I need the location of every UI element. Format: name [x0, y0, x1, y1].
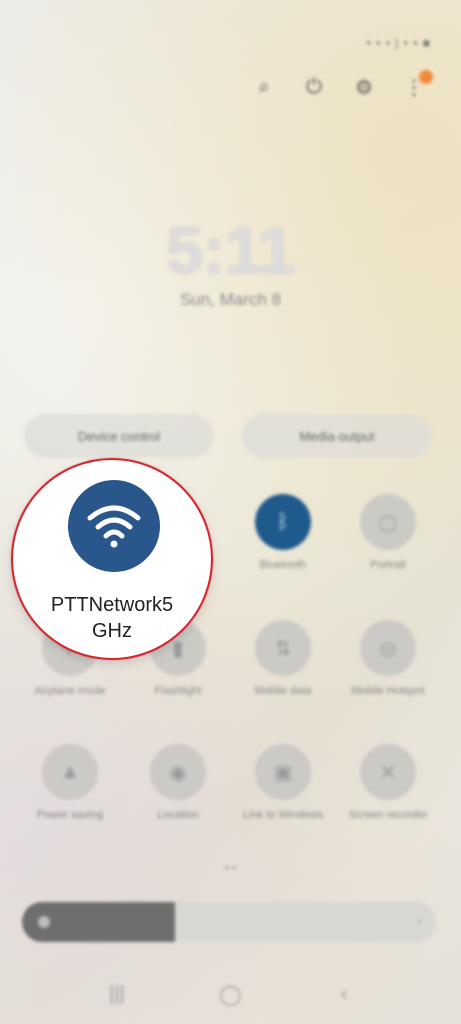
link-to-windows-icon: ▣	[255, 744, 311, 800]
tile-power-saving[interactable]: ▲ Power saving	[22, 744, 118, 822]
brightness-sun-icon	[38, 916, 50, 928]
tile-label: Mobile data	[254, 685, 312, 697]
mobile-data-icon: ⇅	[255, 620, 311, 676]
hotspot-icon: ◎	[360, 620, 416, 676]
tile-label: Mobile Hotspot	[351, 685, 425, 697]
clock-time: 5:11	[166, 213, 295, 287]
quick-panel-top-icons: ⌕ ⏻ ⚙ ⋮	[249, 70, 433, 102]
tile-location[interactable]: ◉ Location	[130, 744, 226, 822]
portrait-icon: ▢	[360, 494, 416, 550]
power-icon[interactable]: ⏻	[299, 72, 329, 102]
device-control-button[interactable]: Device control	[24, 414, 214, 458]
tile-label: Link to Windows	[242, 809, 324, 821]
tile-portrait[interactable]: ▢ Portrait	[340, 494, 436, 572]
bluetooth-icon: ᛒ	[255, 494, 311, 550]
tile-label: Portrait	[370, 559, 406, 571]
wifi-network-name-line2: GHz	[92, 620, 132, 642]
wifi-tile-highlight[interactable]: PTTNetwork5 GHz	[11, 458, 213, 660]
tile-label: Power saving	[36, 809, 104, 821]
tile-label: Airplane mode	[34, 685, 106, 697]
wifi-icon	[68, 480, 160, 572]
wifi-network-name-line1: PTTNetwork5	[50, 594, 174, 616]
more-options-icon[interactable]: ⋮	[399, 70, 433, 102]
navigation-bar: ||| ◯ ‹	[0, 978, 461, 1010]
brightness-slider[interactable]: ›	[22, 902, 436, 942]
notification-dot	[419, 70, 433, 84]
power-saving-icon: ▲	[42, 744, 98, 800]
settings-icon[interactable]: ⚙	[349, 72, 379, 102]
expand-chevron-icon[interactable]: ›	[417, 912, 422, 928]
tile-screen-recorder[interactable]: ✕ Screen recorder	[340, 744, 436, 822]
clock-date: Sun, March 8	[179, 290, 282, 309]
wifi-network-label: PTTNetwork5 GHz	[13, 592, 211, 644]
tile-label: Screen recorder	[348, 809, 428, 821]
location-icon: ◉	[150, 744, 206, 800]
wifi-icon-svg	[87, 505, 141, 548]
tile-mobile-data[interactable]: ⇅ Mobile data	[235, 620, 331, 698]
recent-apps-icon[interactable]: |||	[101, 978, 133, 1010]
tile-mobile-hotspot[interactable]: ◎ Mobile Hotspot	[340, 620, 436, 698]
tile-label: Location	[157, 809, 199, 821]
tile-link-to-windows[interactable]: ▣ Link to Windows	[235, 744, 331, 822]
media-output-button[interactable]: Media output	[242, 414, 432, 458]
status-bar: • • • | • • ■	[366, 36, 431, 50]
tile-label: Bluetooth	[259, 559, 307, 571]
tile-label: Flashlight	[154, 685, 202, 697]
page-indicator: • •	[225, 862, 236, 874]
home-icon[interactable]: ◯	[214, 978, 246, 1010]
screen-recorder-icon: ✕	[360, 744, 416, 800]
search-icon[interactable]: ⌕	[249, 72, 279, 102]
back-icon[interactable]: ‹	[328, 978, 360, 1010]
tile-bluetooth[interactable]: ᛒ Bluetooth	[235, 494, 331, 572]
